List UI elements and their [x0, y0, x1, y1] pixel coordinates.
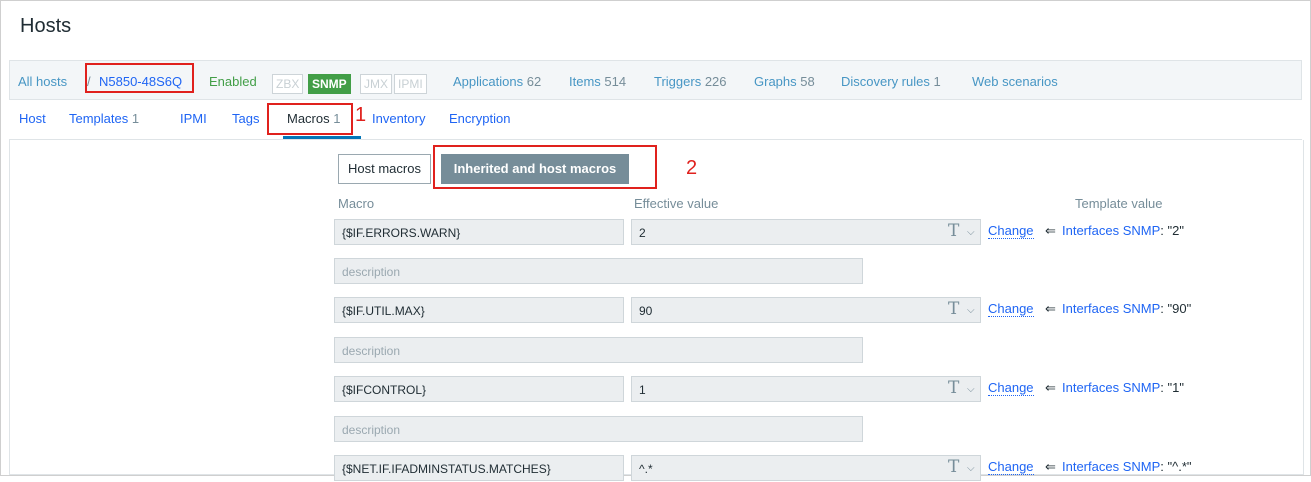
availability-zbx-badge: ZBX — [272, 74, 304, 94]
inherit-arrow-icon: ⇐ — [1045, 223, 1056, 238]
triggers-link[interactable]: Triggers 226 — [654, 74, 727, 89]
availability-snmp-badge: SNMP — [308, 74, 351, 94]
macro-name-field[interactable]: {$NET.IF.IFADMINSTATUS.MATCHES} — [334, 455, 624, 481]
availability-ipmi-badge: IPMI — [394, 74, 427, 94]
value-type-text-icon[interactable]: T — [948, 221, 959, 241]
annotation-macros-tab-box — [267, 103, 353, 135]
tab-encryption[interactable]: Encryption — [449, 111, 510, 126]
macro-name-field[interactable]: {$IF.ERRORS.WARN} — [334, 219, 624, 245]
macro-name-field[interactable]: {$IF.UTIL.MAX} — [334, 297, 624, 323]
graphs-link[interactable]: Graphs 58 — [754, 74, 815, 89]
annotation-step-1: 1 — [355, 104, 367, 126]
chevron-down-icon[interactable]: ⌵ — [967, 463, 975, 474]
active-tab-indicator — [283, 136, 361, 139]
macro-value-field[interactable]: 90 — [631, 297, 981, 323]
inherit-arrow-icon: ⇐ — [1045, 301, 1056, 316]
template-link[interactable]: Interfaces SNMP — [1062, 380, 1160, 395]
template-value: Interfaces SNMP: "90" — [1062, 301, 1192, 316]
annotation-step-2: 2 — [686, 157, 698, 179]
chevron-down-icon[interactable]: ⌵ — [967, 305, 975, 316]
tab-templates[interactable]: Templates 1 — [69, 111, 139, 126]
macro-value-field[interactable]: 2 — [631, 219, 981, 245]
macro-name-field[interactable]: {$IFCONTROL} — [334, 376, 624, 402]
web-scenarios-link[interactable]: Web scenarios — [972, 74, 1058, 89]
macro-value-field[interactable]: 1 — [631, 376, 981, 402]
page-title: Hosts — [20, 15, 72, 37]
host-macros-button[interactable]: Host macros — [338, 154, 431, 184]
annotation-host-name-box — [85, 63, 194, 93]
description-field[interactable]: description — [334, 337, 863, 363]
template-value: Interfaces SNMP: "1" — [1062, 380, 1184, 395]
macro-column-header: Macro — [338, 196, 375, 211]
annotation-inherited-macros-box — [433, 145, 657, 189]
availability-jmx-badge: JMX — [360, 74, 392, 94]
inherit-arrow-icon: ⇐ — [1045, 380, 1056, 395]
template-link[interactable]: Interfaces SNMP — [1062, 301, 1160, 316]
discovery-rules-link[interactable]: Discovery rules 1 — [841, 74, 941, 89]
template-link[interactable]: Interfaces SNMP — [1062, 459, 1160, 474]
description-field[interactable]: description — [334, 416, 863, 442]
template-value: Interfaces SNMP: "2" — [1062, 223, 1184, 238]
items-link[interactable]: Items 514 — [569, 74, 626, 89]
tab-host[interactable]: Host — [19, 111, 46, 126]
change-link[interactable]: Change — [988, 460, 1034, 475]
host-breadcrumb-bar: All hosts / N5850-48S6Q Enabled ZBX SNMP… — [9, 60, 1302, 100]
change-link[interactable]: Change — [988, 381, 1034, 396]
template-link[interactable]: Interfaces SNMP — [1062, 223, 1160, 238]
host-status-enabled[interactable]: Enabled — [209, 74, 257, 89]
chevron-down-icon[interactable]: ⌵ — [967, 384, 975, 395]
chevron-down-icon[interactable]: ⌵ — [967, 227, 975, 238]
change-link[interactable]: Change — [988, 302, 1034, 317]
macro-value-field[interactable]: ^.* — [631, 455, 981, 481]
applications-link[interactable]: Applications 62 — [453, 74, 541, 89]
effective-value-column-header: Effective value — [634, 196, 719, 211]
template-value-column-header: Template value — [1075, 196, 1163, 211]
tab-tags[interactable]: Tags — [232, 111, 259, 126]
all-hosts-link[interactable]: All hosts — [18, 74, 67, 89]
value-type-text-icon[interactable]: T — [948, 378, 959, 398]
description-field[interactable]: description — [334, 258, 863, 284]
value-type-text-icon[interactable]: T — [948, 299, 959, 319]
change-link[interactable]: Change — [988, 224, 1034, 239]
tab-ipmi[interactable]: IPMI — [180, 111, 207, 126]
value-type-text-icon[interactable]: T — [948, 457, 959, 477]
template-value: Interfaces SNMP: "^.*" — [1062, 459, 1192, 474]
host-form-tabs: Host Templates 1 IPMI Tags Macros 1 Inve… — [9, 99, 1302, 140]
inherit-arrow-icon: ⇐ — [1045, 459, 1056, 474]
tab-inventory[interactable]: Inventory — [372, 111, 425, 126]
